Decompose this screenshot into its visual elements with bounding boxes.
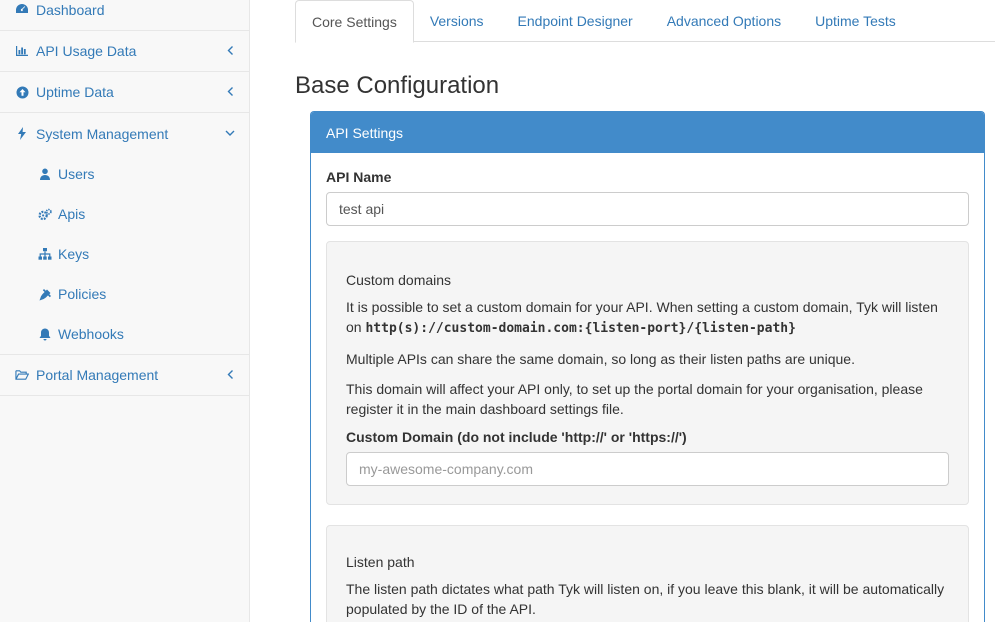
cogs-icon [38, 207, 52, 221]
sidebar-item-system-management[interactable]: System Management [0, 113, 249, 154]
api-name-label: API Name [326, 169, 392, 185]
listen-path-well: Listen path The listen path dictates wha… [326, 525, 969, 622]
custom-domains-scope-note: This domain will affect your API only, t… [346, 381, 923, 417]
custom-domains-title: Custom domains [346, 272, 452, 288]
chevron-left-icon [225, 370, 235, 380]
bolt-icon [15, 127, 29, 141]
page-title: Base Configuration [295, 72, 500, 99]
bell-icon [38, 327, 52, 341]
sidebar-item-label: Users [58, 166, 95, 182]
sitemap-icon [38, 247, 52, 261]
system-management-submenu: Users Apis Keys Policies Webhooks [0, 154, 249, 355]
sidebar-item-dashboard[interactable]: Dashboard [0, 0, 249, 31]
custom-domain-url-format: http(s)://custom-domain.com:{listen-port… [365, 321, 796, 336]
sidebar-item-policies[interactable]: Policies [0, 274, 249, 314]
bar-chart-icon [15, 44, 29, 58]
sidebar-item-label: Dashboard [36, 2, 105, 18]
sidebar-item-uptime-data[interactable]: Uptime Data [0, 72, 249, 113]
sidebar-item-api-usage-data[interactable]: API Usage Data [0, 31, 249, 72]
chevron-down-icon [225, 128, 235, 138]
custom-domains-well: Custom domains It is possible to set a c… [326, 241, 969, 505]
sidebar-item-label: Apis [58, 206, 86, 222]
user-icon [38, 167, 52, 181]
folder-open-icon [15, 368, 29, 382]
sidebar-item-portal-management[interactable]: Portal Management [0, 355, 249, 396]
sidebar-item-label: System Management [36, 125, 169, 142]
tab-versions[interactable]: Versions [414, 0, 502, 42]
api-name-input[interactable] [326, 192, 969, 226]
tab-core-settings[interactable]: Core Settings [295, 0, 414, 43]
listen-path-title: Listen path [346, 554, 415, 570]
plug-icon [38, 287, 52, 301]
custom-domain-input[interactable] [346, 452, 949, 486]
tab-endpoint-designer[interactable]: Endpoint Designer [502, 0, 651, 42]
tab-advanced-options[interactable]: Advanced Options [651, 0, 799, 42]
custom-domains-shared-note: Multiple APIs can share the same domain,… [346, 351, 855, 367]
custom-domains-description: It is possible to set a custom domain fo… [346, 297, 949, 339]
sidebar-item-apis[interactable]: Apis [0, 194, 249, 234]
sidebar-item-keys[interactable]: Keys [0, 234, 249, 274]
tab-uptime-tests[interactable]: Uptime Tests [799, 0, 914, 42]
main-content: Core Settings Versions Endpoint Designer… [250, 0, 1004, 622]
sidebar-item-label: API Usage Data [36, 43, 137, 59]
chevron-left-icon [225, 87, 235, 97]
sidebar-item-label: Portal Management [36, 367, 159, 383]
sidebar-item-label: Uptime Data [36, 84, 114, 100]
api-settings-panel: API Settings API Name Custom domains It … [310, 111, 985, 622]
tab-bar: Core Settings Versions Endpoint Designer… [295, 0, 995, 43]
panel-heading: API Settings [311, 112, 984, 153]
sidebar: Dashboard API Usage Data Uptime Data Sys… [0, 0, 250, 622]
arrow-circle-up-icon [15, 85, 29, 99]
sidebar-item-label: Webhooks [58, 326, 124, 342]
chevron-left-icon [225, 46, 235, 56]
sidebar-item-label: Keys [58, 246, 90, 262]
dashboard-icon [15, 2, 29, 16]
listen-path-description: The listen path dictates what path Tyk w… [346, 581, 945, 617]
sidebar-item-label: Policies [58, 286, 107, 302]
custom-domain-label: Custom Domain (do not include 'http://' … [346, 429, 687, 445]
sidebar-item-webhooks[interactable]: Webhooks [0, 314, 249, 354]
panel-body: API Name Custom domains It is possible t… [311, 153, 984, 622]
sidebar-item-users[interactable]: Users [0, 154, 249, 194]
